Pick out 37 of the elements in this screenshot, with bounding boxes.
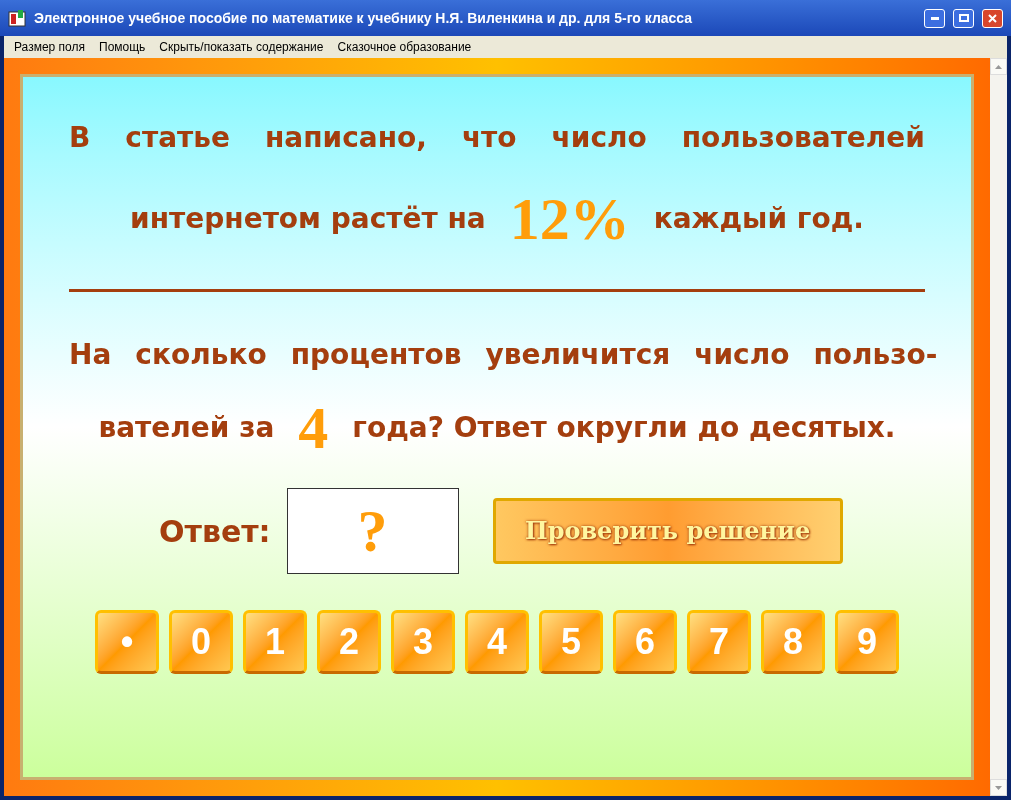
digit-key[interactable]: 0: [169, 610, 233, 674]
digit-key[interactable]: 9: [835, 610, 899, 674]
question-word: процентов: [290, 337, 462, 373]
question-word: пользователей: [681, 120, 925, 156]
highlighted-number: 4: [298, 398, 329, 458]
question-word: число: [694, 337, 790, 373]
digit-key[interactable]: 6: [613, 610, 677, 674]
menu-item[interactable]: Размер поля: [14, 38, 85, 56]
question-word: написано,: [264, 120, 427, 156]
question-text: каждый год.: [653, 201, 864, 237]
question-word: статье: [125, 120, 230, 156]
check-solution-button[interactable]: Проверить решение: [492, 498, 843, 564]
answer-field[interactable]: ?: [286, 488, 459, 574]
question-word: На: [69, 337, 112, 373]
question-text: интернетом растёт на: [130, 201, 486, 237]
menu-item[interactable]: Помощь: [99, 38, 146, 56]
question-text: вателей за: [98, 410, 275, 446]
question-text: года? Ответ округли до десятых.: [352, 410, 896, 446]
menu-item[interactable]: Сказочное образование: [337, 38, 472, 56]
highlighted-number: 12%: [509, 189, 630, 249]
menu-item[interactable]: Скрыть/показать содержание: [159, 38, 324, 56]
digit-key[interactable]: 3: [391, 610, 455, 674]
digit-key[interactable]: 4: [465, 610, 529, 674]
digit-key[interactable]: 7: [687, 610, 751, 674]
question-word: пользо-: [813, 337, 938, 373]
question-word: В: [69, 120, 91, 156]
question-word: увеличится: [485, 337, 671, 373]
question-word: число: [551, 120, 647, 156]
question-word: что: [461, 120, 517, 156]
question-word: сколько: [135, 337, 267, 373]
digit-key[interactable]: 2: [317, 610, 381, 674]
window-title: Электронное учебное пособие по математике к учебнику Н.Я. Виленкина и др. для 5-го класса: [34, 8, 694, 28]
answer-label: Ответ:: [159, 512, 271, 551]
digit-key[interactable]: 1: [243, 610, 307, 674]
digit-key[interactable]: •: [95, 610, 159, 674]
digit-key[interactable]: 5: [539, 610, 603, 674]
digit-key[interactable]: 8: [761, 610, 825, 674]
